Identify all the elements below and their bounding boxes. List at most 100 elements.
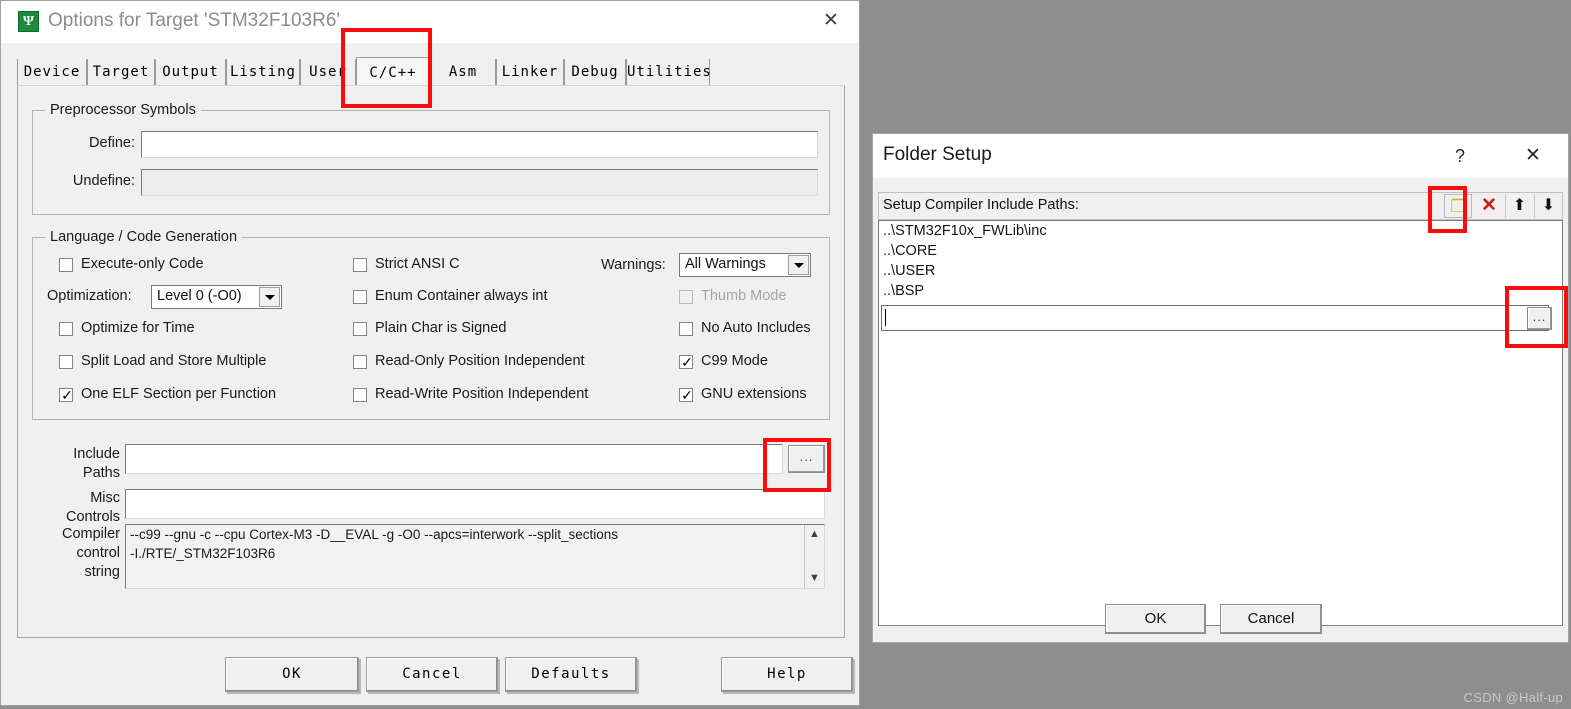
- tab-user[interactable]: User: [300, 59, 356, 86]
- checkbox-box: [353, 258, 367, 272]
- tab-listing[interactable]: Listing: [226, 59, 300, 86]
- checkbox-box: [679, 322, 693, 336]
- scroll-up-icon[interactable]: ▲: [805, 525, 824, 544]
- tab-c-cpp[interactable]: C/C++: [356, 57, 430, 86]
- watermark: CSDN @Half-up: [1463, 690, 1563, 705]
- defaults-button[interactable]: Defaults: [505, 657, 637, 692]
- close-icon[interactable]: ✕: [809, 5, 853, 37]
- folder-ok-button[interactable]: OK: [1105, 604, 1206, 634]
- checkbox-box: ✓: [59, 387, 73, 403]
- optimization-value: Level 0 (-O0): [157, 288, 242, 304]
- ok-button[interactable]: OK: [225, 657, 359, 692]
- checkbox-box: [353, 322, 367, 336]
- checkbox-label: Enum Container always int: [375, 288, 548, 304]
- undefine-input[interactable]: [141, 169, 818, 196]
- chevron-down-icon[interactable]: [788, 255, 809, 275]
- folder-cancel-button[interactable]: Cancel: [1220, 604, 1322, 634]
- check-icon: ✓: [681, 354, 693, 370]
- tab-output[interactable]: Output: [155, 59, 226, 86]
- checkbox-box: [353, 388, 367, 402]
- check-icon: ✓: [681, 387, 693, 403]
- check-icon: ✓: [61, 387, 73, 403]
- tab-debug[interactable]: Debug: [564, 59, 626, 86]
- help-icon[interactable]: ?: [1440, 140, 1480, 172]
- move-up-icon[interactable]: ⬆: [1505, 194, 1533, 218]
- checkbox-label: No Auto Includes: [701, 320, 811, 336]
- checkbox-label: Split Load and Store Multiple: [81, 353, 267, 369]
- compiler-control-string-line-1: --c99 --gnu -c --cpu Cortex-M3 -D__EVAL …: [130, 527, 619, 542]
- list-item[interactable]: ..\BSP: [879, 281, 1562, 301]
- checkbox-box: ✓: [679, 354, 693, 370]
- misc-controls-input[interactable]: [125, 489, 825, 519]
- list-item[interactable]: ..\USER: [879, 261, 1562, 281]
- language-code-generation-group: Language / Code Generation Execute-only …: [32, 229, 830, 420]
- language-code-generation-label: Language / Code Generation: [45, 229, 243, 245]
- warnings-value: All Warnings: [685, 256, 766, 272]
- define-input[interactable]: [141, 131, 818, 158]
- folder-setup-title-bar: Folder Setup ? ✕: [873, 134, 1568, 178]
- checkbox-label: Plain Char is Signed: [375, 320, 507, 336]
- close-icon[interactable]: ✕: [1512, 140, 1554, 172]
- checkbox-label: Read-Only Position Independent: [375, 353, 585, 369]
- folder-setup-dialog: Folder Setup ? ✕ Setup Compiler Include …: [872, 133, 1569, 643]
- checkbox-box: ✓: [679, 387, 693, 403]
- warnings-combo[interactable]: All Warnings: [679, 253, 811, 277]
- tab-utilities[interactable]: Utilities: [626, 59, 711, 86]
- optimization-combo[interactable]: Level 0 (-O0): [151, 285, 282, 309]
- compiler-string-scrollbar[interactable]: ▲ ▼: [804, 525, 824, 588]
- checkbox-label: One ELF Section per Function: [81, 386, 277, 402]
- list-item[interactable]: ..\STM32F10x_FWLib\inc: [879, 221, 1562, 241]
- checkbox-label: C99 Mode: [701, 353, 768, 369]
- checkbox-box: [59, 355, 73, 369]
- list-item[interactable]: ..\CORE: [879, 241, 1562, 261]
- checkbox-label: Thumb Mode: [701, 288, 787, 304]
- options-dialog-title: Options for Target 'STM32F103R6': [48, 10, 341, 31]
- checkbox-box: [679, 290, 693, 304]
- cancel-button[interactable]: Cancel: [366, 657, 498, 692]
- options-title-bar: Ψ Options for Target 'STM32F103R6' ✕: [1, 1, 859, 43]
- warnings-label: Warnings:: [601, 257, 666, 273]
- tab-device[interactable]: Device: [17, 59, 87, 86]
- define-label: Define:: [89, 135, 135, 151]
- preprocessor-symbols-group: Preprocessor Symbols Define: Undefine:: [32, 102, 830, 215]
- text-caret: [885, 309, 886, 326]
- checkbox-box: [353, 355, 367, 369]
- tab-linker[interactable]: Linker: [496, 59, 564, 86]
- undefine-label: Undefine:: [72, 173, 135, 189]
- compiler-control-string-label-line3: string: [84, 564, 120, 580]
- new-path-edit-row[interactable]: [881, 305, 1549, 331]
- checkbox-label: Optimize for Time: [81, 320, 195, 336]
- move-down-icon[interactable]: ⬇: [1534, 194, 1562, 218]
- new-path-browse-button[interactable]: ...: [1527, 307, 1552, 330]
- optimization-label: Optimization:: [47, 288, 132, 304]
- include-paths-browse-button[interactable]: ...: [788, 445, 825, 473]
- folder-setup-title: Folder Setup: [883, 144, 992, 165]
- include-paths-label-line2: Paths: [82, 465, 120, 481]
- tab-asm[interactable]: Asm: [430, 59, 496, 86]
- include-paths-input[interactable]: [125, 444, 783, 474]
- preprocessor-symbols-label: Preprocessor Symbols: [45, 102, 201, 118]
- misc-controls-label-line2: Controls: [66, 509, 120, 525]
- checkbox-box: [353, 290, 367, 304]
- include-paths-list[interactable]: ..\STM32F10x_FWLib\inc ..\CORE ..\USER .…: [878, 220, 1563, 626]
- tab-panel-c-cpp: Preprocessor Symbols Define: Undefine: L…: [17, 85, 845, 638]
- new-folder-icon[interactable]: ❐: [1444, 194, 1472, 218]
- checkbox-label: Strict ANSI C: [375, 256, 460, 272]
- include-paths-label-line1: Include: [73, 446, 120, 462]
- checkbox-label: GNU extensions: [701, 386, 807, 402]
- misc-controls-label-line1: Misc: [90, 490, 120, 506]
- chevron-down-icon[interactable]: [259, 287, 280, 307]
- tab-strip: Device Target Output Listing User C/C++ …: [17, 57, 845, 86]
- checkbox-label: Execute-only Code: [81, 256, 204, 272]
- help-button[interactable]: Help: [721, 657, 853, 692]
- delete-icon[interactable]: ✕: [1475, 194, 1503, 218]
- tab-target[interactable]: Target: [87, 59, 155, 86]
- uvision-icon: Ψ: [18, 11, 39, 32]
- compiler-control-string-line-2: -I./RTE/_STM32F103R6: [130, 546, 276, 561]
- checkbox-box: [59, 322, 73, 336]
- folder-setup-toolbar: Setup Compiler Include Paths: ❐ ✕ ⬆ ⬇: [878, 192, 1563, 220]
- checkbox-box: [59, 258, 73, 272]
- scroll-down-icon[interactable]: ▼: [805, 569, 824, 588]
- checkbox-label: Read-Write Position Independent: [375, 386, 589, 402]
- compiler-control-string-box[interactable]: --c99 --gnu -c --cpu Cortex-M3 -D__EVAL …: [125, 524, 825, 589]
